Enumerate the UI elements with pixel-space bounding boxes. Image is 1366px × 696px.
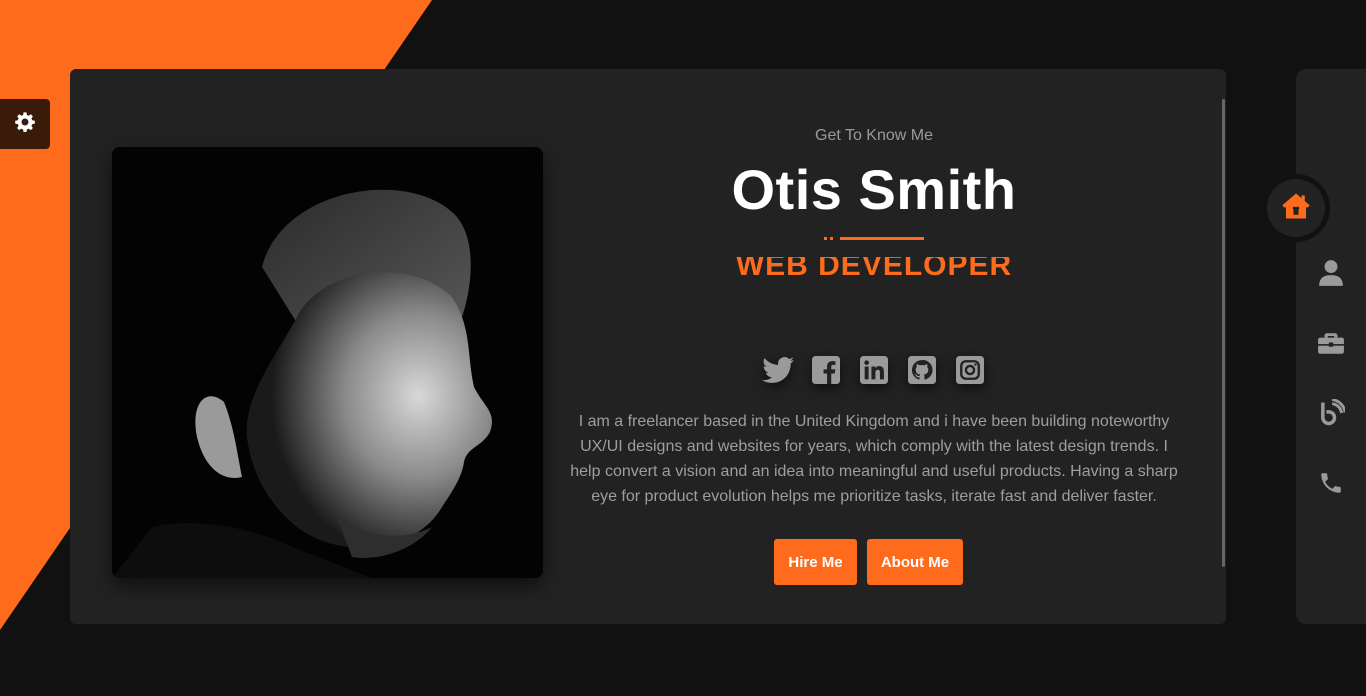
role-typing-wrapper: WEB DEVELOPER xyxy=(560,257,1188,285)
nav-item-contact[interactable] xyxy=(1310,465,1352,505)
linkedin-icon[interactable] xyxy=(856,352,892,388)
hero-name: Otis Smith xyxy=(731,158,1017,221)
facebook-icon[interactable] xyxy=(808,352,844,388)
profile-photo xyxy=(112,147,543,578)
eyebrow-text: Get To Know Me xyxy=(815,127,933,144)
hero-role: WEB DEVELOPER xyxy=(735,257,1013,282)
instagram-icon[interactable] xyxy=(952,352,988,388)
gear-icon xyxy=(14,111,36,138)
nav-item-home[interactable] xyxy=(1267,179,1325,237)
phone-icon xyxy=(1318,470,1344,501)
twitter-icon[interactable] xyxy=(760,352,796,388)
hero-bio: I am a freelancer based in the United Ki… xyxy=(570,413,1178,505)
nav-item-blog[interactable] xyxy=(1310,395,1352,435)
home-icon xyxy=(1281,192,1311,225)
title-underline xyxy=(824,237,924,240)
about-me-button[interactable]: About Me xyxy=(867,539,963,585)
page: Get To Know Me Otis Smith WEB DEVELOPER xyxy=(0,0,1366,696)
blog-icon xyxy=(1317,397,1347,432)
hero-content: Get To Know Me Otis Smith WEB DEVELOPER xyxy=(560,69,1188,624)
briefcase-icon xyxy=(1317,330,1345,361)
hire-me-button[interactable]: Hire Me xyxy=(774,539,857,585)
social-links xyxy=(760,352,988,388)
nav-item-portfolio[interactable] xyxy=(1310,325,1352,365)
nav-item-about[interactable] xyxy=(1310,255,1352,295)
github-icon[interactable] xyxy=(904,352,940,388)
scrollbar[interactable] xyxy=(1222,99,1225,567)
user-icon xyxy=(1318,259,1344,292)
settings-button[interactable] xyxy=(0,99,50,149)
